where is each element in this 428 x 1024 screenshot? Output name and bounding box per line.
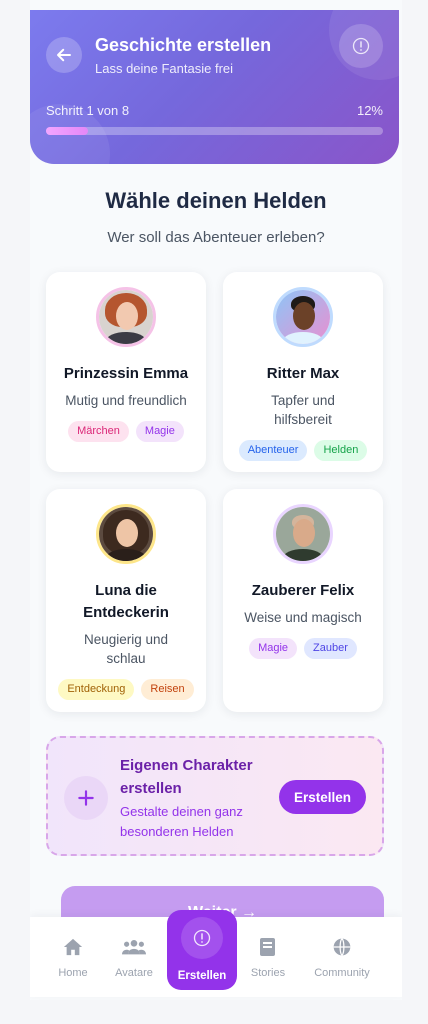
info-icon <box>193 929 211 947</box>
nav-label: Home <box>58 967 88 979</box>
hero-card-max[interactable]: Ritter Max Tapfer und hilfsbereit Abente… <box>223 272 383 472</box>
progress-fill <box>46 127 89 135</box>
hero-name: Prinzessin Emma <box>63 365 189 382</box>
hero-tags: Abenteuer Helden <box>223 440 383 461</box>
hero-card-felix[interactable]: Zauberer Felix Weise und magisch Magie Z… <box>223 489 383 712</box>
hero-name: Zauberer Felix <box>251 582 355 599</box>
nav-community[interactable]: Community <box>307 917 377 979</box>
custom-description: Gestalte deinen ganz besonderen Helden <box>120 804 243 839</box>
nav-label: Erstellen <box>177 970 227 982</box>
nav-stories[interactable]: Stories <box>233 917 303 979</box>
nav-label: Stories <box>250 967 286 979</box>
tag: Entdeckung <box>58 679 135 700</box>
custom-title: Eigenen Charakter erstellen <box>120 757 253 797</box>
hero-tags: Magie Zauber <box>223 638 383 659</box>
custom-character-card[interactable]: Eigenen Charakter erstellen Gestalte dei… <box>46 736 384 856</box>
avatar <box>96 287 156 347</box>
back-button[interactable] <box>46 37 82 73</box>
avatar <box>96 504 156 564</box>
arrow-left-icon <box>57 48 71 62</box>
tag: Magie <box>249 638 298 659</box>
bottom-nav: Home Avatare Erstellen Stories Community <box>30 910 402 997</box>
plus-icon <box>78 790 94 806</box>
users-icon <box>122 939 146 955</box>
nav-avatare[interactable]: Avatare <box>99 917 169 979</box>
info-icon <box>352 37 370 55</box>
progress-bar <box>46 127 383 135</box>
step-indicator: Schritt 1 von 8 <box>46 103 130 118</box>
app-screen: Geschichte erstellen Lass deine Fantasie… <box>30 0 402 1000</box>
tag: Märchen <box>68 421 129 442</box>
hero-description: Tapfer und hilfsbereit <box>271 393 335 427</box>
page-subtitle: Lass deine Fantasie frei <box>95 61 234 76</box>
hero-description: Neugierig und schlau <box>83 632 169 666</box>
header: Geschichte erstellen Lass deine Fantasie… <box>30 10 399 164</box>
nav-erstellen[interactable]: Erstellen <box>167 910 237 990</box>
hero-card-luna[interactable]: Luna die Entdeckerin Neugierig und schla… <box>46 489 206 712</box>
tag: Magie <box>135 421 184 442</box>
create-button[interactable]: Erstellen <box>278 780 366 814</box>
nav-home[interactable]: Home <box>38 917 108 979</box>
avatar <box>273 287 333 347</box>
page-title: Geschichte erstellen <box>95 35 272 55</box>
hero-name: Luna die Entdeckerin <box>83 582 169 621</box>
tag: Zauber <box>304 638 357 659</box>
tag: Abenteuer <box>238 440 308 461</box>
hero-tags: Entdeckung Reisen <box>46 679 206 700</box>
section-title: Wähle deinen Helden <box>105 188 327 213</box>
globe-icon <box>333 938 351 956</box>
book-icon <box>260 938 275 956</box>
avatar <box>273 504 333 564</box>
hero-name: Ritter Max <box>266 365 340 382</box>
progress-percent: 12% <box>356 103 383 118</box>
hero-description: Mutig und freundlich <box>65 393 187 408</box>
tag: Reisen <box>141 679 194 700</box>
hero-description: Weise und magisch <box>244 610 362 625</box>
nav-label: Community <box>314 967 370 979</box>
add-character-button[interactable] <box>64 776 108 820</box>
hero-tags: Märchen Magie <box>46 421 206 442</box>
home-icon <box>63 938 83 956</box>
tag: Helden <box>314 440 368 461</box>
section-subtitle: Wer soll das Abenteuer erleben? <box>107 229 325 246</box>
info-button[interactable] <box>339 24 383 68</box>
hero-card-emma[interactable]: Prinzessin Emma Mutig und freundlich Mär… <box>46 272 206 472</box>
nav-label: Avatare <box>115 967 153 979</box>
